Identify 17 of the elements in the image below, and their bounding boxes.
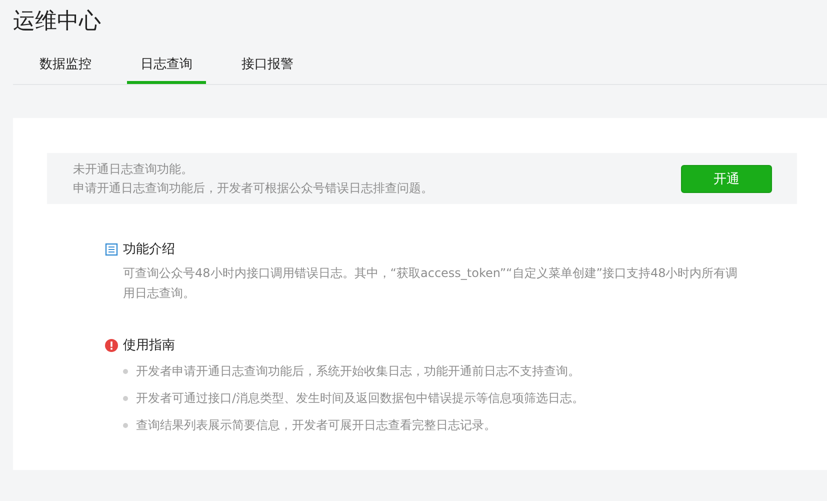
- section-title: 使用指南: [123, 337, 175, 354]
- guide-item: 查询结果列表展示简要信息，开发者可展开日志查看完整日志记录。: [136, 417, 496, 434]
- guide-item: 开发者申请开通日志查询功能后，系统开始收集日志，功能开通前日志不支持查询。: [136, 363, 580, 380]
- notice-text: 未开通日志查询功能。: [73, 160, 194, 178]
- guide-item: 开发者可通过接口/消息类型、发生时间及返回数据包中错误提示等信息项筛选日志。: [136, 390, 584, 407]
- tab[interactable]: 数据监控: [26, 55, 105, 84]
- tab[interactable]: 日志查询: [127, 55, 206, 84]
- page-title: 运维中心: [13, 8, 102, 36]
- section-text: 可查询公众号48小时内接口调用错误日志。其中，“获取access_token”“自定义菜单创建”接口支持48小时内所有调用日志查询。: [123, 265, 739, 302]
- bullet-dot: [123, 396, 128, 401]
- bullet-dot: [123, 369, 128, 374]
- section-title: 功能介绍: [123, 241, 175, 258]
- warning-icon: [105, 338, 118, 352]
- notice-text: 申请开通日志查询功能后，开发者可根据公众号错误日志排查问题。: [73, 180, 433, 196]
- document-icon: [105, 242, 118, 256]
- tab[interactable]: 接口报警: [228, 55, 307, 84]
- bullet-dot: [123, 423, 128, 428]
